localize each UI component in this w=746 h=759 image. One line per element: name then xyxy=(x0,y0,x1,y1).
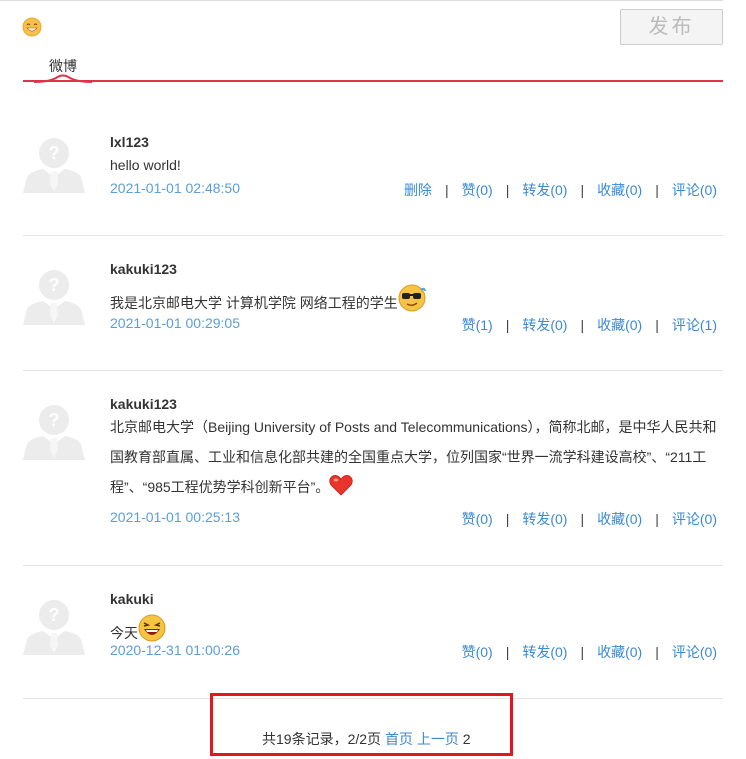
heart-emoji-icon xyxy=(329,474,354,506)
post-content: 今天 xyxy=(110,625,138,641)
favorite-link[interactable]: 收藏(0) xyxy=(597,644,642,660)
post-username[interactable]: kakuki123 xyxy=(110,396,177,412)
publish-button[interactable]: 发布 xyxy=(620,9,723,45)
avatar[interactable] xyxy=(23,398,85,460)
comment-link[interactable]: 评论(0) xyxy=(672,511,717,527)
tab-underline xyxy=(23,80,723,82)
like-link[interactable]: 赞(1) xyxy=(462,317,493,333)
post-content-wrap: 北京邮电大学（Beijing University of Posts and T… xyxy=(110,412,722,506)
post-content: 我是北京邮电大学 计算机学院 网络工程的学生 xyxy=(110,295,398,311)
repost-link[interactable]: 转发(0) xyxy=(522,511,567,527)
like-link[interactable]: 赞(0) xyxy=(462,511,493,527)
post-timestamp[interactable]: 2021-01-01 00:25:13 xyxy=(110,509,240,525)
prev-page-link[interactable]: 上一页 xyxy=(417,731,459,747)
post-actions: 赞(1) | 转发(0) | 收藏(0) | 评论(1) xyxy=(461,317,717,333)
favorite-link[interactable]: 收藏(0) xyxy=(597,317,642,333)
post-divider xyxy=(23,370,723,371)
post-username[interactable]: kakuki123 xyxy=(110,261,177,277)
avatar[interactable] xyxy=(23,131,85,193)
repost-link[interactable]: 转发(0) xyxy=(522,182,567,198)
avatar[interactable] xyxy=(23,593,85,655)
favorite-link[interactable]: 收藏(0) xyxy=(597,182,642,198)
post-actions: 删除 | 赞(0) | 转发(0) | 收藏(0) | 评论(0) xyxy=(403,182,717,198)
post-username[interactable]: kakuki xyxy=(110,591,154,607)
favorite-link[interactable]: 收藏(0) xyxy=(597,511,642,527)
comment-link[interactable]: 评论(1) xyxy=(672,317,717,333)
post-actions: 赞(0) | 转发(0) | 收藏(0) | 评论(0) xyxy=(461,644,717,660)
pagination: 共19条记录，2/2页 首页 上一页 2 xyxy=(262,729,471,749)
post-username[interactable]: lxl123 xyxy=(110,134,149,150)
avatar[interactable] xyxy=(23,263,85,325)
smiley-face-icon[interactable] xyxy=(22,17,42,37)
post-divider xyxy=(23,565,723,566)
post-actions: 赞(0) | 转发(0) | 收藏(0) | 评论(0) xyxy=(461,511,717,527)
post-divider xyxy=(23,235,723,236)
post-content: 北京邮电大学（Beijing University of Posts and T… xyxy=(110,419,717,495)
active-tab-indicator xyxy=(34,74,92,83)
delete-link[interactable]: 删除 xyxy=(404,182,432,198)
composer-bottom-border xyxy=(0,0,723,1)
like-link[interactable]: 赞(0) xyxy=(462,644,493,660)
post-content: hello world! xyxy=(110,157,181,173)
current-page: 2 xyxy=(462,731,471,747)
post-timestamp[interactable]: 2021-01-01 02:48:50 xyxy=(110,180,240,196)
like-link[interactable]: 赞(0) xyxy=(462,182,493,198)
pagination-summary: 共19条记录，2/2页 xyxy=(262,731,382,747)
post-timestamp[interactable]: 2021-01-01 00:29:05 xyxy=(110,315,240,331)
repost-link[interactable]: 转发(0) xyxy=(522,644,567,660)
comment-link[interactable]: 评论(0) xyxy=(672,182,717,198)
comment-link[interactable]: 评论(0) xyxy=(672,644,717,660)
sunglasses-emoji-icon xyxy=(398,284,426,322)
repost-link[interactable]: 转发(0) xyxy=(522,317,567,333)
first-page-link[interactable]: 首页 xyxy=(385,731,413,747)
post-timestamp[interactable]: 2020-12-31 01:00:26 xyxy=(110,642,240,658)
tab-bar: 微博 xyxy=(23,52,723,86)
